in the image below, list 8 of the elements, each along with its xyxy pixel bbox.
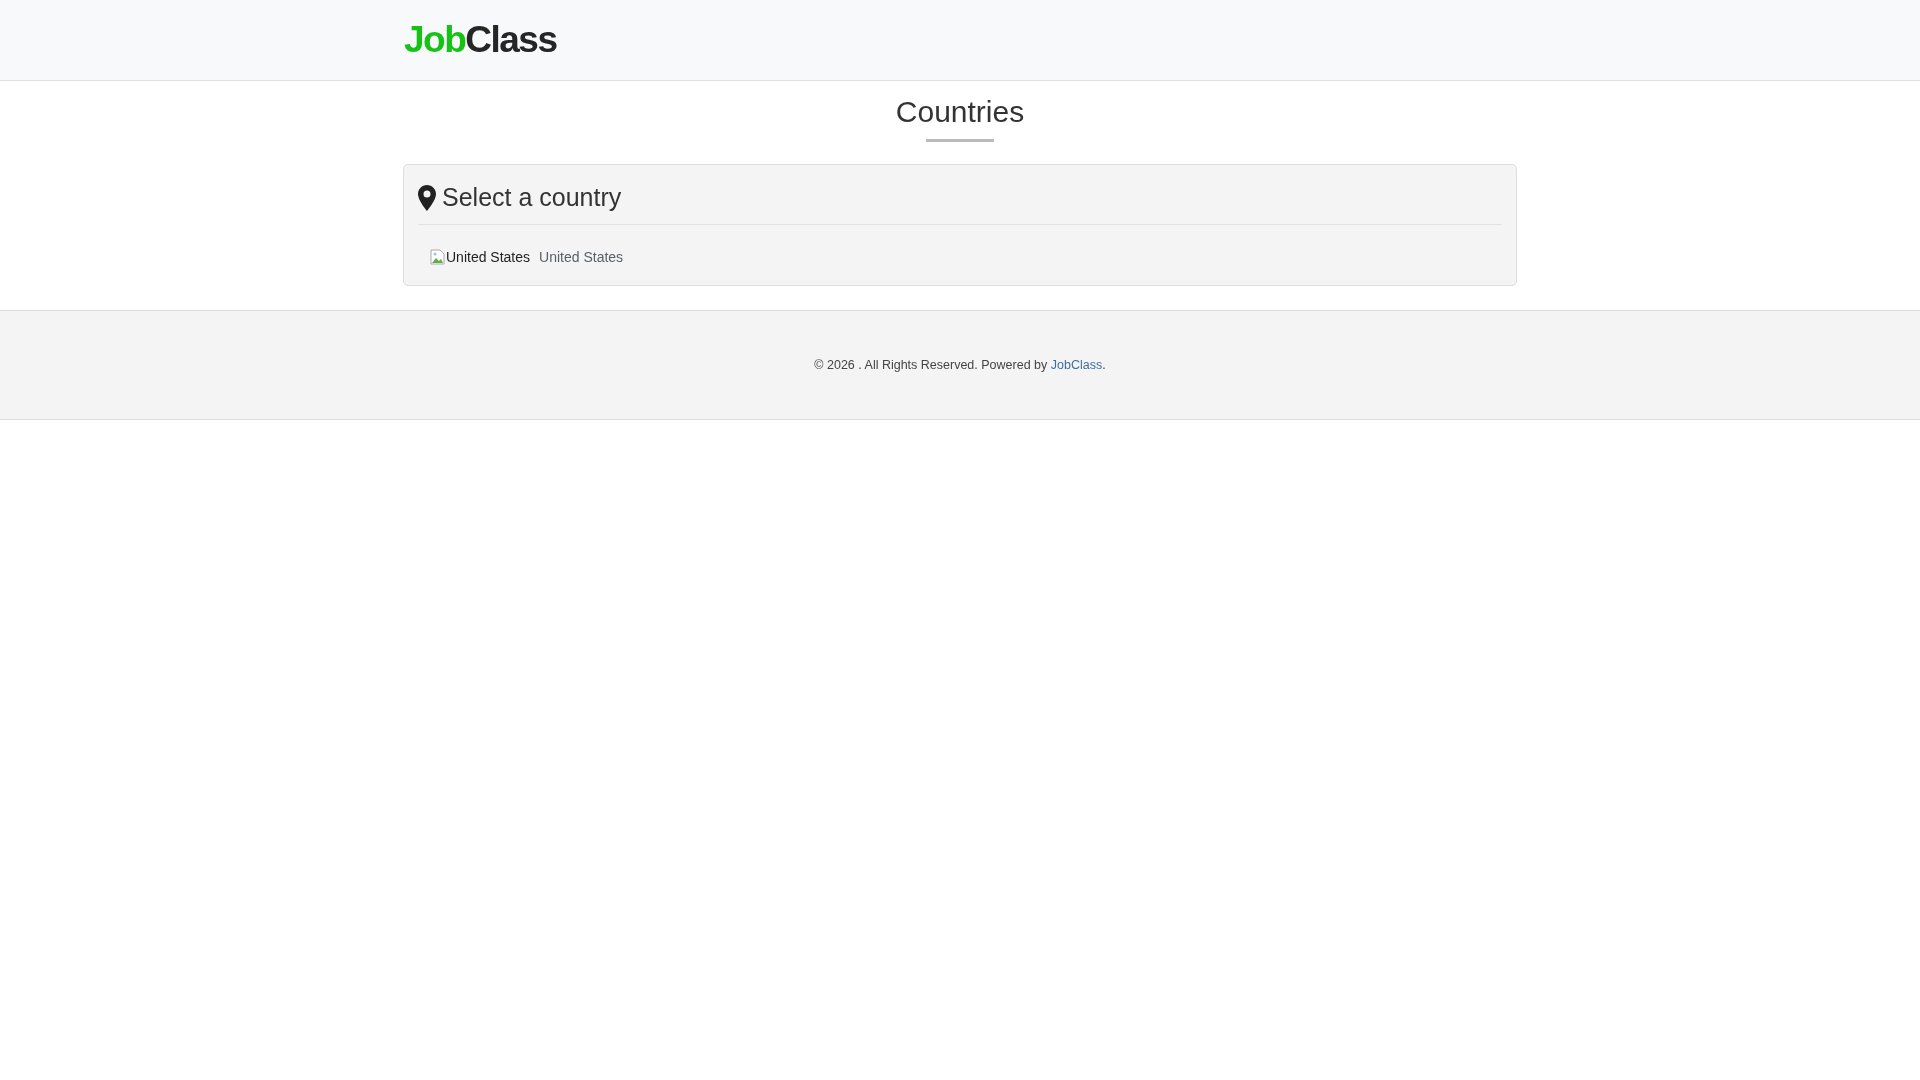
card-title: Select a country — [442, 183, 622, 212]
title-underline — [926, 139, 994, 142]
broken-flag-image: United States — [430, 249, 531, 265]
page-title: Countries — [895, 95, 1025, 129]
logo[interactable]: JobClass — [402, 19, 557, 61]
map-pin-icon — [418, 184, 436, 211]
country-link[interactable]: United States United States — [430, 249, 1490, 265]
footer-copyright: © 2026 . All Rights Reserved. Powered by JobClass. — [814, 358, 1106, 372]
